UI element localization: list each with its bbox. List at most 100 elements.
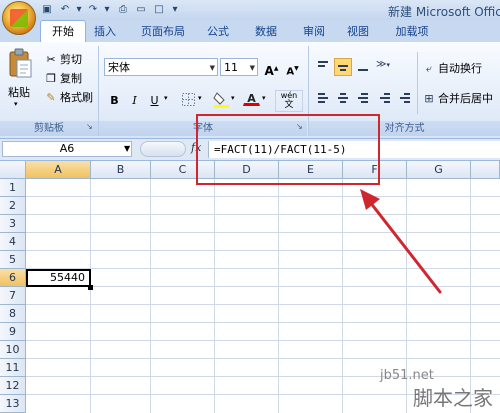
borders-dropdown-icon[interactable]: ▾ (198, 94, 202, 102)
increase-indent-icon[interactable] (396, 90, 414, 108)
name-box-dropdown-icon[interactable]: ▼ (124, 144, 130, 153)
fill-color-icon[interactable] (212, 89, 229, 108)
underline-button[interactable]: U (146, 91, 163, 108)
paste-dropdown-icon[interactable]: ▾ (14, 100, 18, 108)
open-icon[interactable]: ▭ (134, 3, 148, 16)
row-header-9[interactable]: 9 (0, 323, 26, 341)
phonetic-guide-button[interactable]: wén 文 (275, 90, 303, 112)
merge-cells-icon: ⊞ (424, 92, 434, 105)
align-right-icon[interactable] (354, 90, 372, 108)
scissors-icon: ✂ (46, 53, 56, 66)
formula-bar-handle[interactable] (140, 141, 186, 157)
cut-label: 剪切 (60, 53, 82, 66)
copy-icon: ❐ (46, 72, 56, 85)
borders-icon[interactable] (180, 91, 197, 108)
font-name-combo[interactable]: 宋体 ▼ (104, 58, 218, 76)
dialog-launcher-icon[interactable]: ↘ (86, 122, 93, 131)
row-header-6[interactable]: 6 (0, 269, 26, 287)
row-header-4[interactable]: 4 (0, 233, 26, 251)
undo-dropdown-icon[interactable]: ▾ (72, 3, 86, 16)
customize-qat-icon[interactable]: ▾ (168, 3, 182, 16)
paste-button[interactable]: 粘贴 (8, 84, 30, 102)
redo-dropdown-icon[interactable]: ▾ (100, 3, 114, 16)
tab-home[interactable]: 开始 (40, 20, 86, 43)
format-painter-button[interactable]: ✎ 格式刷 (44, 89, 93, 107)
wrap-text-label: 自动换行 (438, 62, 482, 75)
tab-data[interactable]: 数据 (248, 22, 284, 42)
cut-button[interactable]: ✂ 剪切 (44, 51, 82, 69)
active-cell-a6[interactable]: 55440 (26, 269, 91, 287)
row-header-1[interactable]: 1 (0, 179, 26, 197)
highlight-box (196, 114, 380, 185)
font-color-button[interactable]: A (243, 89, 260, 106)
font-size-combo[interactable]: 11 ▼ (220, 58, 258, 76)
paste-icon[interactable] (7, 48, 33, 80)
grow-font-label: A (264, 64, 274, 78)
shrink-font-label: A (286, 66, 295, 78)
chevron-down-icon: ▼ (209, 64, 215, 72)
fill-color-dropdown-icon[interactable]: ▾ (231, 94, 235, 102)
print-preview-icon[interactable]: ⎙ (116, 3, 130, 16)
shrink-font-button[interactable]: A▼ (284, 59, 301, 78)
align-bottom-icon[interactable] (354, 58, 372, 76)
row-header-8[interactable]: 8 (0, 305, 26, 323)
column-header-b[interactable]: B (91, 161, 151, 179)
font-color-dropdown-icon[interactable]: ▾ (262, 94, 266, 102)
align-left-icon[interactable] (314, 90, 332, 108)
save-icon[interactable]: ▣ (40, 3, 54, 16)
italic-button[interactable]: I (126, 91, 143, 108)
phonetic-glyph-icon: 文 (284, 100, 294, 110)
row-header-11[interactable]: 11 (0, 359, 26, 377)
gridline (26, 358, 500, 359)
name-box[interactable]: A6 (2, 141, 132, 157)
tab-page-layout[interactable]: 页面布局 (134, 22, 192, 42)
text-orientation-icon[interactable]: ≫▾ (376, 59, 402, 76)
brush-icon: ✎ (46, 91, 56, 104)
align-top-icon[interactable] (314, 58, 332, 76)
name-box-value: A6 (59, 142, 75, 155)
merge-center-button[interactable]: ⊞ 合并后居中 (422, 90, 493, 108)
grow-font-button[interactable]: A▲ (263, 59, 280, 78)
row-header-13[interactable]: 13 (0, 395, 26, 413)
row-header-3[interactable]: 3 (0, 215, 26, 233)
fill-handle[interactable] (88, 285, 93, 290)
clipboard-group-label: 剪贴板 (0, 121, 98, 136)
office-button[interactable] (2, 1, 36, 35)
decrease-indent-icon[interactable] (376, 90, 394, 108)
phonetic-label: wén (280, 91, 298, 100)
tab-addins[interactable]: 加载项 (388, 22, 436, 42)
redo-icon[interactable]: ↷ (86, 3, 100, 16)
watermark-url: jb51.net (380, 368, 434, 383)
wrap-text-icon: ⤶ (425, 62, 433, 75)
tab-review[interactable]: 审阅 (296, 22, 332, 42)
copy-label: 复制 (60, 72, 82, 85)
column-header-a[interactable]: A (26, 161, 91, 179)
column-header-next[interactable] (471, 161, 500, 179)
red-arrow-icon (360, 189, 442, 294)
font-size-value: 11 (224, 61, 238, 74)
copy-button[interactable]: ❐ 复制 (44, 70, 82, 88)
office-logo-icon (10, 9, 28, 27)
tab-formulas[interactable]: 公式 (200, 22, 236, 42)
new-icon[interactable]: □ (152, 3, 166, 16)
align-middle-icon[interactable] (334, 58, 352, 76)
row-header-2[interactable]: 2 (0, 197, 26, 215)
wrap-text-button[interactable]: ⤶ 自动换行 (422, 60, 482, 78)
bold-button[interactable]: B (106, 91, 123, 108)
group-separator (417, 52, 418, 114)
row-header-10[interactable]: 10 (0, 341, 26, 359)
select-all-button[interactable] (0, 161, 26, 179)
merge-center-label: 合并后居中 (438, 92, 493, 105)
gridline (26, 340, 500, 341)
format-painter-label: 格式刷 (60, 91, 93, 104)
row-header-5[interactable]: 5 (0, 251, 26, 269)
tab-insert[interactable]: 插入 (88, 22, 122, 42)
align-center-icon[interactable] (334, 90, 352, 108)
column-header-g[interactable]: G (407, 161, 471, 179)
undo-icon[interactable]: ↶ (58, 3, 72, 16)
row-header-12[interactable]: 12 (0, 377, 26, 395)
underline-dropdown-icon[interactable]: ▾ (164, 94, 168, 102)
row-header-7[interactable]: 7 (0, 287, 26, 305)
gridline (26, 322, 500, 323)
tab-view[interactable]: 视图 (340, 22, 376, 42)
